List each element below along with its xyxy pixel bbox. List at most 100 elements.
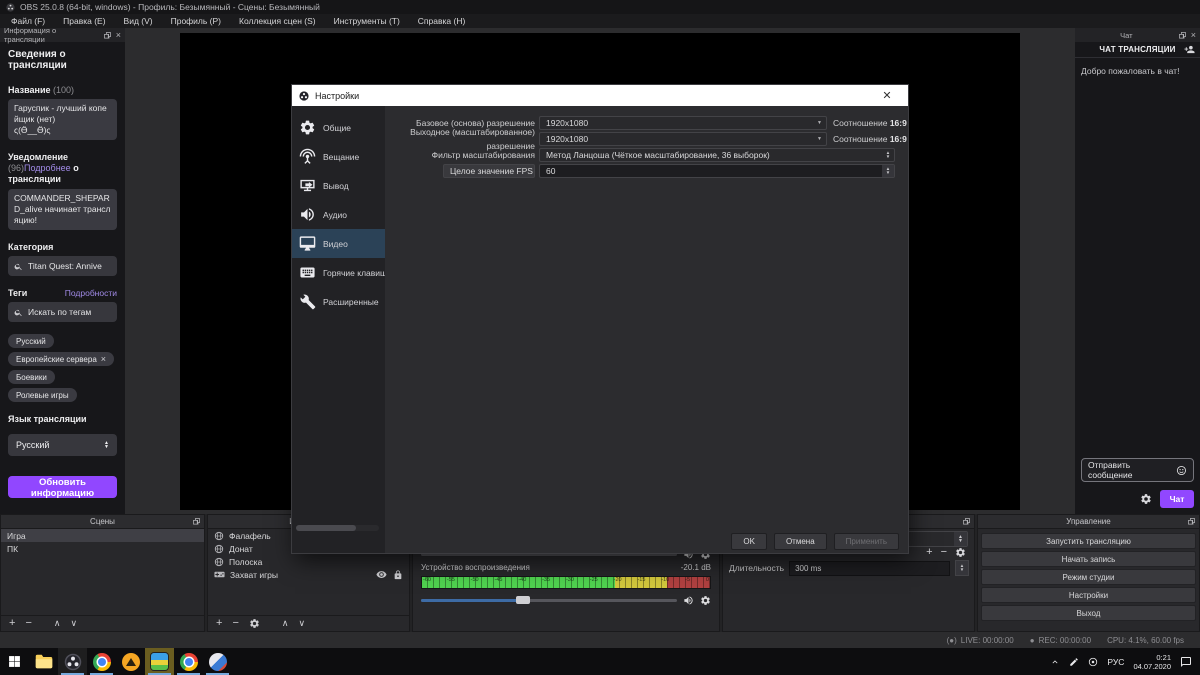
tags-label-row: Теги Подробности bbox=[8, 288, 117, 298]
remove-scene-button[interactable]: − bbox=[25, 618, 31, 629]
menu-bar: Файл (F) Правка (E) Вид (V) Профиль (P) … bbox=[0, 14, 1200, 28]
category-search-input[interactable]: Titan Quest: Annive bbox=[8, 256, 117, 276]
scene-list-item[interactable]: Игра bbox=[1, 529, 204, 542]
keyboard-language[interactable]: РУС bbox=[1107, 657, 1124, 667]
dialog-close-icon[interactable]: ✕ bbox=[873, 89, 901, 102]
remove-tag-icon[interactable]: × bbox=[101, 354, 106, 364]
tray-chevron-up-icon[interactable] bbox=[1050, 657, 1060, 667]
remove-transition-button[interactable]: − bbox=[941, 547, 947, 558]
menu-help[interactable]: Справка (H) bbox=[409, 14, 475, 28]
stream-info-heading: Сведения о трансляции bbox=[8, 49, 67, 71]
menu-tools[interactable]: Инструменты (Т) bbox=[325, 14, 409, 28]
tag-chip[interactable]: Русский bbox=[8, 334, 54, 348]
settings-nav-advanced[interactable]: Расширенные bbox=[292, 287, 385, 316]
remove-source-button[interactable]: − bbox=[232, 618, 238, 629]
spinner-updown-icon[interactable]: ▲ ▼ bbox=[882, 165, 894, 177]
ok-button[interactable]: OK bbox=[731, 533, 767, 550]
notification-more-link[interactable]: Подробнее bbox=[24, 163, 71, 173]
browser-source-icon bbox=[214, 557, 224, 566]
start-streaming-button[interactable]: Запустить трансляцию bbox=[981, 533, 1196, 549]
taskbar-browser2-button[interactable] bbox=[174, 648, 203, 675]
popout-icon[interactable] bbox=[962, 517, 971, 526]
studio-mode-button[interactable]: Режим студии bbox=[981, 569, 1196, 585]
popout-icon[interactable] bbox=[192, 517, 201, 526]
popout-icon[interactable] bbox=[1187, 517, 1196, 526]
language-select[interactable]: Русский ▲ ▼ bbox=[8, 434, 117, 456]
settings-button[interactable]: Настройки bbox=[981, 587, 1196, 603]
scene-list-item[interactable]: ПК bbox=[1, 542, 204, 555]
mixer-channel-level: -20.1 dB bbox=[680, 563, 711, 572]
cancel-button[interactable]: Отмена bbox=[773, 533, 827, 550]
speaker-icon[interactable] bbox=[683, 595, 694, 606]
close-icon[interactable]: × bbox=[1191, 30, 1196, 40]
settings-nav-video[interactable]: Видео bbox=[292, 229, 385, 258]
tag-chip[interactable]: Боевики bbox=[8, 370, 55, 384]
settings-nav-audio[interactable]: Аудио bbox=[292, 200, 385, 229]
add-scene-button[interactable]: + bbox=[9, 618, 15, 629]
start-button[interactable] bbox=[0, 648, 29, 675]
add-source-button[interactable]: + bbox=[216, 618, 222, 629]
mixer-gear-icon[interactable] bbox=[700, 595, 711, 606]
taskbar-media-app-button[interactable] bbox=[145, 648, 174, 675]
notification-input[interactable]: COMMANDER_SHEPARD_alive начинает трансля… bbox=[8, 189, 117, 230]
tags-details-link[interactable]: Подробности bbox=[65, 288, 117, 298]
nav-horizontal-scrollbar[interactable] bbox=[296, 525, 379, 531]
duration-input[interactable]: 300 ms bbox=[789, 560, 950, 576]
chat-message-input[interactable]: Отправить сообщение bbox=[1081, 458, 1194, 482]
spinner-updown-icon[interactable]: ▲ ▼ bbox=[954, 532, 967, 546]
visibility-eye-icon[interactable] bbox=[376, 569, 387, 580]
tag-chip[interactable]: Европейские сервера × bbox=[8, 352, 115, 366]
window-title: OBS 25.0.8 (64-bit, windows) - Профиль: … bbox=[20, 2, 320, 12]
settings-nav-hotkeys[interactable]: Горячие клавиш bbox=[292, 258, 385, 287]
fps-type-combo[interactable]: Целое значение FPS ▲▼ bbox=[443, 164, 535, 178]
tray-obs-icon[interactable] bbox=[1088, 657, 1098, 667]
source-properties-gear-icon[interactable] bbox=[249, 618, 260, 629]
source-list-item[interactable]: Захват игры bbox=[208, 568, 409, 581]
menu-view[interactable]: Вид (V) bbox=[115, 14, 162, 28]
settings-nav-general[interactable]: Общие bbox=[292, 113, 385, 142]
taskbar-app-button[interactable] bbox=[116, 648, 145, 675]
tag-chip[interactable]: Ролевые игры bbox=[8, 388, 77, 402]
volume-slider[interactable] bbox=[421, 594, 677, 606]
scene-up-button[interactable]: ∧ bbox=[54, 618, 61, 629]
lock-icon[interactable] bbox=[393, 569, 403, 580]
settings-nav-stream[interactable]: Вещание bbox=[292, 142, 385, 171]
popout-icon[interactable] bbox=[1178, 31, 1187, 40]
chat-settings-gear-icon[interactable] bbox=[1140, 493, 1152, 505]
taskbar-clock[interactable]: 0:21 04.07.2020 bbox=[1133, 653, 1171, 671]
stream-title-input[interactable]: Гаруспик - лучший копейщик (нет) ς(Ӫ__Ӫ)… bbox=[8, 99, 117, 140]
transition-properties-gear-icon[interactable] bbox=[955, 547, 966, 558]
source-down-button[interactable]: ∨ bbox=[298, 618, 305, 629]
menu-scene-collection[interactable]: Коллекция сцен (S) bbox=[230, 14, 325, 28]
start-recording-button[interactable]: Начать запись bbox=[981, 551, 1196, 567]
exit-button[interactable]: Выход bbox=[981, 605, 1196, 621]
menu-profile[interactable]: Профиль (P) bbox=[162, 14, 230, 28]
output-resolution-combo[interactable]: 1920x1080 ▼ bbox=[539, 132, 827, 146]
chat-send-button[interactable]: Чат bbox=[1160, 490, 1194, 508]
scale-filter-combo[interactable]: Метод Ланцоша (Чёткое масштабирование, 3… bbox=[539, 148, 895, 162]
chrome-icon bbox=[92, 652, 111, 671]
close-icon[interactable]: × bbox=[116, 30, 121, 40]
source-up-button[interactable]: ∧ bbox=[282, 618, 289, 629]
volume-slider-handle[interactable] bbox=[516, 596, 531, 604]
scene-down-button[interactable]: ∨ bbox=[70, 618, 77, 629]
source-list-item[interactable]: Полоска bbox=[208, 555, 409, 568]
taskbar-obs-button[interactable] bbox=[58, 648, 87, 675]
base-resolution-combo[interactable]: 1920x1080 ▼ bbox=[539, 116, 827, 130]
settings-dialog-titlebar[interactable]: Настройки ✕ bbox=[292, 85, 908, 106]
emote-smiley-icon[interactable] bbox=[1176, 465, 1187, 476]
taskbar-explorer-button[interactable] bbox=[29, 648, 58, 675]
pen-input-icon[interactable] bbox=[1069, 657, 1079, 667]
update-info-button[interactable]: Обновить информацию bbox=[8, 476, 117, 499]
window-titlebar: OBS 25.0.8 (64-bit, windows) - Профиль: … bbox=[0, 0, 1200, 14]
settings-nav-output[interactable]: Вывод bbox=[292, 171, 385, 200]
duration-spinner[interactable]: ▲ ▼ bbox=[955, 560, 969, 576]
viewers-icon[interactable] bbox=[1184, 44, 1195, 55]
add-transition-button[interactable]: + bbox=[926, 547, 932, 558]
popout-icon[interactable] bbox=[103, 31, 112, 40]
taskbar-paint-button[interactable] bbox=[203, 648, 232, 675]
tags-search-input[interactable]: Искать по тегам bbox=[8, 302, 117, 322]
notification-center-icon[interactable] bbox=[1180, 656, 1192, 668]
fps-value-input[interactable]: 60 ▲ ▼ bbox=[539, 164, 895, 178]
taskbar-chrome-button[interactable] bbox=[87, 648, 116, 675]
